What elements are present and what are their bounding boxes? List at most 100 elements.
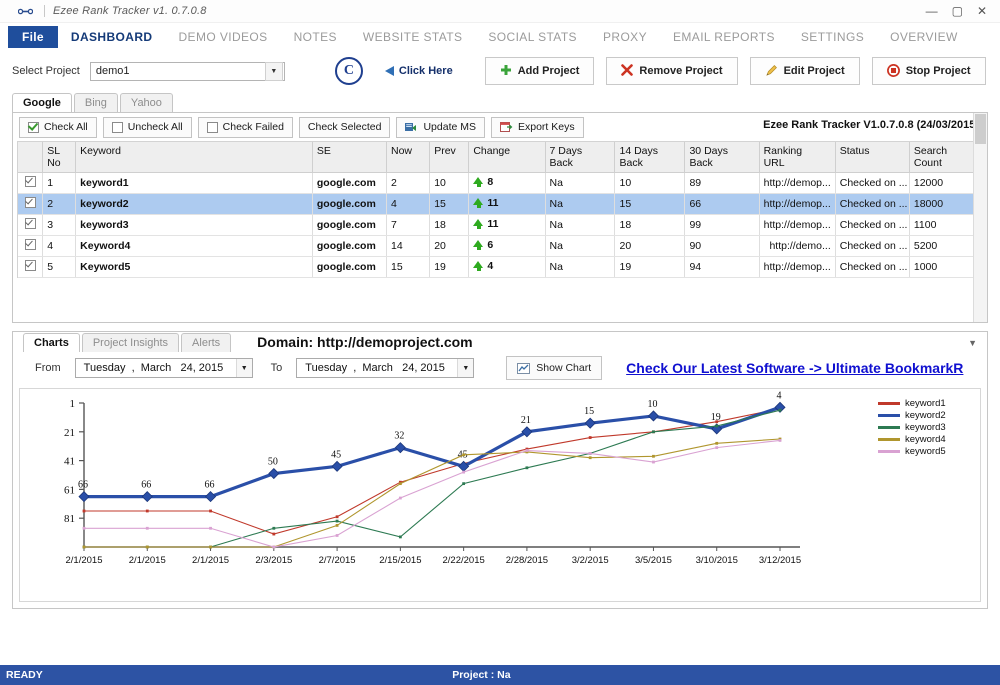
column-header-change[interactable]: Change <box>469 142 545 173</box>
remove-project-button[interactable]: Remove Project <box>606 57 737 85</box>
column-header-status[interactable]: Status <box>835 142 909 173</box>
data-point <box>395 443 405 453</box>
menu-item-email-reports[interactable]: EMAIL REPORTS <box>660 26 788 48</box>
check-button-group: Check All Uncheck All Check Failed Check Se… <box>19 117 584 138</box>
data-label: 15 <box>584 406 594 417</box>
data-point <box>209 546 212 549</box>
check-all-button[interactable]: Check All <box>19 117 97 138</box>
update-ms-button[interactable]: Update MS <box>396 117 485 138</box>
cell-now: 7 <box>387 215 430 236</box>
column-header-search-count[interactable]: Search Count <box>909 142 981 173</box>
refresh-button[interactable]: C <box>335 57 363 85</box>
row-checkbox[interactable] <box>18 257 43 278</box>
menu-item-file[interactable]: File <box>8 26 58 48</box>
column-header-sl-no[interactable]: SL No <box>43 142 76 173</box>
menu-item-dashboard[interactable]: DASHBOARD <box>58 26 166 48</box>
column-header-14-days-back[interactable]: 14 Days Back <box>615 142 685 173</box>
cell-change: 6 <box>469 236 545 257</box>
row-checkbox[interactable] <box>18 173 43 194</box>
column-header-30-days-back[interactable]: 30 Days Back <box>685 142 759 173</box>
menu-item-settings[interactable]: SETTINGS <box>788 26 877 48</box>
x-tick-label: 2/1/2015 <box>129 555 166 566</box>
project-select[interactable]: demo1 ▼ <box>90 62 285 81</box>
cell-se: google.com <box>312 173 386 194</box>
cell-prev: 20 <box>430 236 469 257</box>
button-label: Add Project <box>518 65 580 77</box>
checkbox-icon[interactable] <box>25 176 36 187</box>
chevron-down-icon[interactable]: ▼ <box>968 338 977 348</box>
engine-tab-google[interactable]: Google <box>12 93 72 112</box>
menu-item-demo-videos[interactable]: DEMO VIDEOS <box>165 26 280 48</box>
grid-scrollbar[interactable] <box>973 113 987 322</box>
checkbox-icon[interactable] <box>25 197 36 208</box>
show-chart-button[interactable]: Show Chart <box>506 356 602 380</box>
close-icon[interactable]: ✕ <box>977 5 987 17</box>
chevron-down-icon[interactable]: ▼ <box>457 359 473 377</box>
bottom-tab-charts[interactable]: Charts <box>23 333 80 352</box>
menu-item-proxy[interactable]: PROXY <box>590 26 660 48</box>
menu-item-website-stats[interactable]: WEBSITE STATS <box>350 26 475 48</box>
legend-label: keyword5 <box>905 446 946 457</box>
cell-status: Checked on ... <box>835 236 909 257</box>
table-row[interactable]: 3keyword3google.com71811Na1899http://dem… <box>18 215 982 236</box>
button-label: Export Keys <box>518 121 575 133</box>
cell-prev: 15 <box>430 194 469 215</box>
check-failed-button[interactable]: Check Failed <box>198 117 293 138</box>
data-point <box>79 492 89 502</box>
cell-count: 5200 <box>909 236 981 257</box>
column-header-now[interactable]: Now <box>387 142 430 173</box>
chevron-down-icon[interactable]: ▼ <box>265 62 283 81</box>
menu-item-overview[interactable]: OVERVIEW <box>877 26 971 48</box>
to-date-picker[interactable]: Tuesday , March 24, 2015 ▼ <box>296 358 474 378</box>
data-point <box>589 452 592 455</box>
checkbox-icon[interactable] <box>25 239 36 250</box>
column-header-check[interactable] <box>18 142 43 173</box>
stop-project-button[interactable]: Stop Project <box>872 57 986 85</box>
row-checkbox[interactable] <box>18 215 43 236</box>
checkbox-icon[interactable] <box>112 122 123 133</box>
data-point <box>83 510 86 513</box>
uncheck-all-button[interactable]: Uncheck All <box>103 117 192 138</box>
checkbox-icon[interactable] <box>25 218 36 229</box>
legend-swatch <box>878 450 900 453</box>
column-header-se[interactable]: SE <box>312 142 386 173</box>
checkbox-icon[interactable] <box>28 122 39 133</box>
table-row[interactable]: 4Keyword4google.com14206Na2090http://dem… <box>18 236 982 257</box>
minimize-icon[interactable]: — <box>926 5 938 17</box>
row-checkbox[interactable] <box>18 194 43 215</box>
status-text: READY <box>0 669 43 681</box>
data-point <box>336 524 339 527</box>
bottom-tab-project-insights[interactable]: Project Insights <box>82 333 179 352</box>
add-project-button[interactable]: Add Project <box>485 57 595 85</box>
checkbox-icon[interactable] <box>25 260 36 271</box>
button-label: Check Selected <box>308 121 382 133</box>
row-checkbox[interactable] <box>18 236 43 257</box>
edit-project-button[interactable]: Edit Project <box>750 57 860 85</box>
table-row[interactable]: 2keyword2google.com41511Na1566http://dem… <box>18 194 982 215</box>
promo-link[interactable]: Check Our Latest Software -> Ultimate Bo… <box>626 360 963 376</box>
cell-now: 15 <box>387 257 430 278</box>
grid-scrollbar-thumb[interactable] <box>975 114 986 144</box>
engine-tab-yahoo[interactable]: Yahoo <box>120 93 173 112</box>
menu-item-notes[interactable]: NOTES <box>281 26 350 48</box>
data-point <box>336 534 339 537</box>
column-header-prev[interactable]: Prev <box>430 142 469 173</box>
checkbox-icon[interactable] <box>207 122 218 133</box>
column-header-ranking-url[interactable]: Ranking URL <box>759 142 835 173</box>
column-header-7-days-back[interactable]: 7 Days Back <box>545 142 615 173</box>
maximize-icon[interactable]: ▢ <box>952 5 963 17</box>
menu-item-social-stats[interactable]: SOCIAL STATS <box>475 26 590 48</box>
engine-tab-bing[interactable]: Bing <box>74 93 118 112</box>
column-header-keyword[interactable]: Keyword <box>76 142 313 173</box>
cell-d7: Na <box>545 257 615 278</box>
bottom-tab-alerts[interactable]: Alerts <box>181 333 231 352</box>
chevron-down-icon[interactable]: ▼ <box>236 359 252 377</box>
export-keys-button[interactable]: Export Keys <box>491 117 584 138</box>
table-row[interactable]: 1keyword1google.com2108Na1089http://demo… <box>18 173 982 194</box>
check-selected-button[interactable]: Check Selected <box>299 117 391 138</box>
cell-url: http://demop... <box>759 173 835 194</box>
table-row[interactable]: 5Keyword5google.com15194Na1994http://dem… <box>18 257 982 278</box>
from-date-picker[interactable]: Tuesday , March 24, 2015 ▼ <box>75 358 253 378</box>
cell-keyword: Keyword5 <box>76 257 313 278</box>
x-tick-label: 2/3/2015 <box>255 555 292 566</box>
